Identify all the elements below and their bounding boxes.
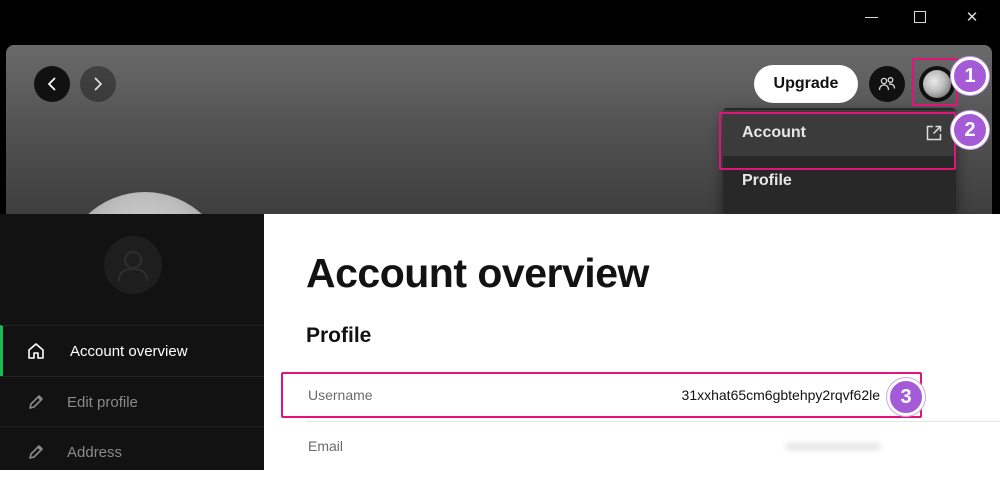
sidebar-avatar — [104, 236, 162, 294]
sidebar-item-label: Account overview — [70, 342, 188, 360]
highlight-account — [719, 112, 956, 170]
pencil-icon — [29, 445, 43, 459]
close-icon[interactable]: ✕ — [961, 6, 983, 28]
chevron-right-icon — [94, 77, 102, 91]
user-placeholder-icon — [118, 251, 148, 282]
profile-avatar-large — [61, 192, 229, 214]
page-title: Account overview — [306, 250, 649, 296]
step-marker-2: 2 — [951, 111, 989, 149]
forward-button[interactable] — [80, 66, 116, 102]
highlight-username — [281, 372, 922, 418]
sidebar-item-label: Address — [67, 443, 123, 461]
profile-row-email: Email ••••••••••••••••••• — [306, 422, 1000, 472]
step-marker-3: 3 — [887, 378, 925, 416]
home-icon — [28, 343, 44, 359]
friends-icon — [878, 77, 896, 91]
spotify-window: ✕ Upgrade Account Profile 1 2 — [0, 0, 1000, 214]
maximize-icon[interactable] — [909, 6, 931, 28]
sidebar-item-label: Edit profile — [67, 393, 138, 411]
friend-activity-button[interactable] — [869, 66, 905, 102]
step-marker-1: 1 — [951, 57, 989, 95]
sidebar-item-edit-profile[interactable]: Edit profile — [0, 376, 264, 427]
section-title-profile: Profile — [306, 324, 372, 347]
account-main: Account overview Profile Username 31xxha… — [264, 214, 1000, 470]
upgrade-button[interactable]: Upgrade — [754, 65, 858, 103]
back-button[interactable] — [34, 66, 70, 102]
pencil-icon — [29, 395, 43, 409]
field-label: Email — [308, 438, 344, 454]
chevron-left-icon — [48, 77, 56, 91]
field-value-blurred: ••••••••••••••••••• — [786, 438, 880, 454]
sidebar-item-account-overview[interactable]: Account overview — [0, 325, 267, 376]
menu-item-label: Profile — [742, 172, 792, 189]
minimize-icon[interactable] — [860, 6, 882, 28]
sidebar-item-address[interactable]: Address — [0, 426, 264, 477]
account-sidebar: Account overview Edit profile Address — [0, 214, 267, 470]
